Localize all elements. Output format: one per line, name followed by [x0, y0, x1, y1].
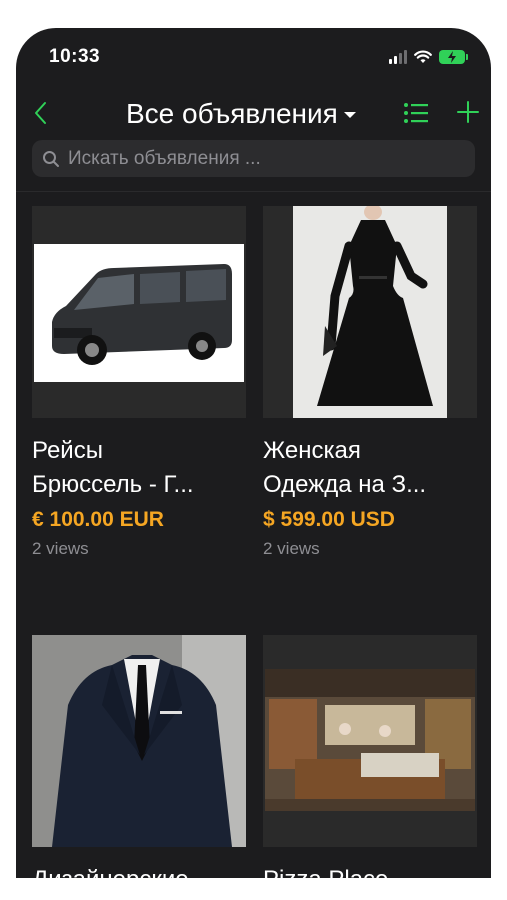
- listing-price: $ 599.00 USD: [263, 508, 395, 531]
- listing-title: Pizza Place: [263, 863, 477, 878]
- listing-image-pizza-shop: [263, 635, 477, 847]
- listing-title: Женская Одежда на З...: [263, 437, 427, 498]
- search-icon: [43, 150, 59, 167]
- listings-grid: Рейсы Брюссель - Г... € 100.00 EUR 2 vie…: [16, 192, 491, 878]
- listing-card[interactable]: Pizza Place: [263, 635, 477, 878]
- signal-icon: [389, 50, 407, 64]
- chevron-down-icon: [343, 112, 356, 118]
- listing-title: Дизайнерские: [32, 863, 246, 878]
- plus-icon[interactable]: [456, 100, 480, 124]
- listing-card[interactable]: Дизайнерские: [32, 635, 246, 878]
- listing-title: Рейсы Брюссель - Г...: [32, 437, 194, 498]
- back-icon[interactable]: [29, 98, 53, 128]
- status-time: 10:33: [49, 46, 101, 67]
- listing-image-van: [32, 206, 246, 418]
- status-bar: 10:33: [16, 28, 491, 88]
- list-icon[interactable]: [403, 100, 429, 126]
- nav-bar: Все объявления: [16, 88, 491, 140]
- page-title: Все объявления: [126, 98, 338, 129]
- listing-image-dress: [263, 206, 477, 418]
- search-bar[interactable]: [32, 140, 475, 177]
- listing-card[interactable]: Женская Одежда на З... $ 599.00 USD 2 vi…: [263, 206, 477, 559]
- status-icons: [389, 48, 468, 66]
- listing-image-suit: [32, 635, 246, 847]
- battery-icon: [439, 50, 468, 64]
- search-input[interactable]: [68, 147, 475, 170]
- listing-price: € 100.00 EUR: [32, 508, 164, 531]
- listing-views: 2 views: [263, 539, 320, 558]
- listing-views: 2 views: [32, 539, 89, 558]
- phone-screen: 10:33 Все объявления Искать объявления .…: [16, 28, 491, 878]
- title-dropdown[interactable]: Все объявления: [126, 97, 356, 131]
- wifi-icon: [414, 50, 432, 63]
- listing-card[interactable]: Рейсы Брюссель - Г... € 100.00 EUR 2 vie…: [32, 206, 246, 559]
